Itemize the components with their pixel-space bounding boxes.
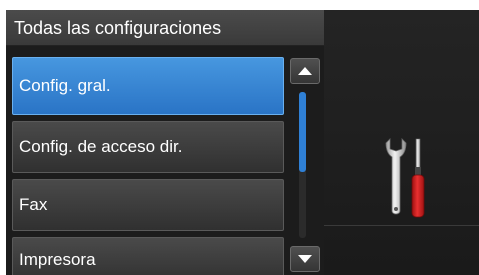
settings-list-panel: Todas las configuraciones Config. gral. … [6,10,324,275]
menu-item-label: Impresora [19,250,96,269]
menu-item-label: Fax [19,195,48,214]
menu-item-config-gral[interactable]: Config. gral. [12,57,284,115]
title-bar: Todas las configuraciones [6,10,324,46]
panel-divider [324,225,479,226]
settings-screen: Todas las configuraciones Config. gral. … [0,0,479,275]
scrollbar-thumb[interactable] [299,92,306,172]
menu-item-impresora[interactable]: Impresora [12,237,284,275]
scroll-down-button[interactable] [290,246,320,272]
scroll-up-button[interactable] [290,58,320,84]
wrench-screwdriver-icon [385,138,425,218]
triangle-up-icon [298,67,312,75]
menu-item-label: Config. de acceso dir. [19,137,183,156]
page-title: Todas las configuraciones [14,18,222,38]
triangle-down-icon [298,255,312,263]
scrollbar[interactable] [299,92,306,238]
preview-panel [324,10,479,275]
menu-item-config-acceso-dir[interactable]: Config. de acceso dir. [12,121,284,173]
menu-item-label: Config. gral. [19,76,111,95]
menu-item-fax[interactable]: Fax [12,179,284,231]
